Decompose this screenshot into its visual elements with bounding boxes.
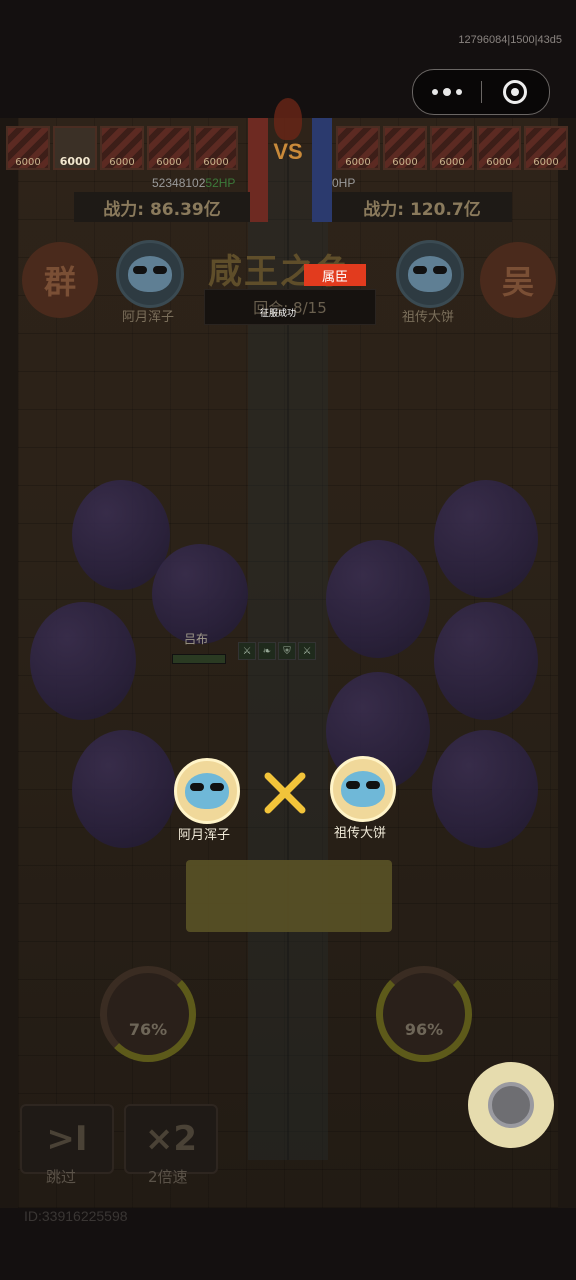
- target-circle-icon: [503, 80, 528, 104]
- skill-percent: 76%: [128, 1020, 168, 1039]
- unit-bubble: [30, 602, 136, 720]
- build-info: 12796084|1500|43d5: [458, 34, 562, 46]
- unit-name: 吕布: [184, 632, 209, 646]
- left-commander-name: 阿月浑子: [178, 828, 231, 843]
- left-hp-readout: 5234810252HP: [152, 176, 235, 190]
- hp-value-highlight: 52HP: [205, 176, 236, 190]
- right-commander-name: 祖传大饼: [334, 826, 387, 841]
- hp-slot: 6000: [430, 126, 474, 170]
- right-skill-gauge[interactable]: 96%: [376, 966, 472, 1062]
- hp-slot: 6000: [100, 126, 144, 170]
- speed-label: 2倍速: [148, 1168, 188, 1186]
- sword-debuff-icon: ⚔: [298, 642, 316, 660]
- miniprogram-capsule: [412, 69, 550, 115]
- right-banner: [312, 118, 332, 222]
- right-hp-readout: 0HP: [332, 176, 356, 190]
- right-hp-slots: 6000 6000 6000 6000 6000: [336, 126, 568, 176]
- avatar-face-icon: [408, 256, 452, 292]
- crossed-swords-icon: [264, 772, 306, 814]
- hp-slot: 6000: [147, 126, 191, 170]
- hp-slot: 6000: [194, 126, 238, 170]
- close-miniprogram-button[interactable]: [482, 70, 550, 114]
- left-player-avatar[interactable]: [116, 240, 184, 308]
- rank-badge: 属臣: [304, 264, 366, 286]
- speed-icon: ×2: [144, 1119, 198, 1159]
- left-power: 战力: 86.39亿: [74, 192, 250, 222]
- dot-icon: [431, 89, 438, 95]
- leaf-buff-icon: ❧: [258, 642, 276, 660]
- vs-label: VS: [273, 139, 303, 164]
- shield-buff-icon: ⛨: [278, 642, 296, 660]
- right-commander-avatar[interactable]: [330, 756, 396, 822]
- unit-bubble: [434, 602, 538, 720]
- avatar-face-icon: [128, 256, 172, 292]
- unit-bubble: [434, 480, 538, 598]
- dot-icon: [455, 89, 462, 95]
- unit-bubble: [72, 730, 176, 848]
- right-power: 战力: 120.7亿: [332, 192, 512, 222]
- sword-buff-icon: ⚔: [238, 642, 256, 660]
- skill-percent: 96%: [404, 1020, 444, 1039]
- right-player-avatar[interactable]: [396, 240, 464, 308]
- skip-icon: >I: [46, 1119, 88, 1159]
- hp-slot: 6000: [383, 126, 427, 170]
- speed-button[interactable]: ×2: [124, 1104, 218, 1174]
- flame-icon: [274, 98, 302, 140]
- avatar-face-icon: [341, 771, 385, 807]
- right-player-name: 祖传大饼: [402, 310, 455, 325]
- left-banner: [248, 118, 268, 222]
- right-faction-badge: 吴: [480, 242, 556, 318]
- battle-log-scroll: [186, 860, 392, 932]
- hp-slot: 6000: [336, 126, 380, 170]
- left-hp-slots: 6000 6000 6000 6000 6000: [6, 126, 238, 176]
- skip-label: 跳过: [46, 1168, 77, 1186]
- unit-hp-bar: [172, 654, 226, 664]
- unit-bubble: [152, 544, 248, 644]
- circle-icon: [488, 1082, 534, 1128]
- more-menu-button[interactable]: [413, 70, 481, 114]
- buff-icons: ⚔ ❧ ⛨ ⚔: [238, 642, 316, 660]
- left-player-name: 阿月浑子: [122, 310, 175, 325]
- hp-slot: 6000: [53, 126, 97, 170]
- toast-message: 征服成功: [260, 309, 297, 319]
- left-commander-avatar[interactable]: [174, 758, 240, 824]
- unit-bubble: [432, 730, 538, 848]
- skip-button[interactable]: >I: [20, 1104, 114, 1174]
- hp-slot: 6000: [524, 126, 568, 170]
- hp-slot: 6000: [477, 126, 521, 170]
- floating-assistive-button[interactable]: [468, 1062, 554, 1148]
- left-skill-gauge[interactable]: 76%: [100, 966, 196, 1062]
- avatar-face-icon: [185, 773, 229, 809]
- left-faction-badge: 群: [22, 242, 98, 318]
- hp-value: 52348102: [152, 176, 206, 190]
- dot-icon: [442, 88, 451, 96]
- player-id: ID:33916225598: [24, 1208, 128, 1224]
- unit-bubble: [326, 540, 430, 658]
- hp-slot: 6000: [6, 126, 50, 170]
